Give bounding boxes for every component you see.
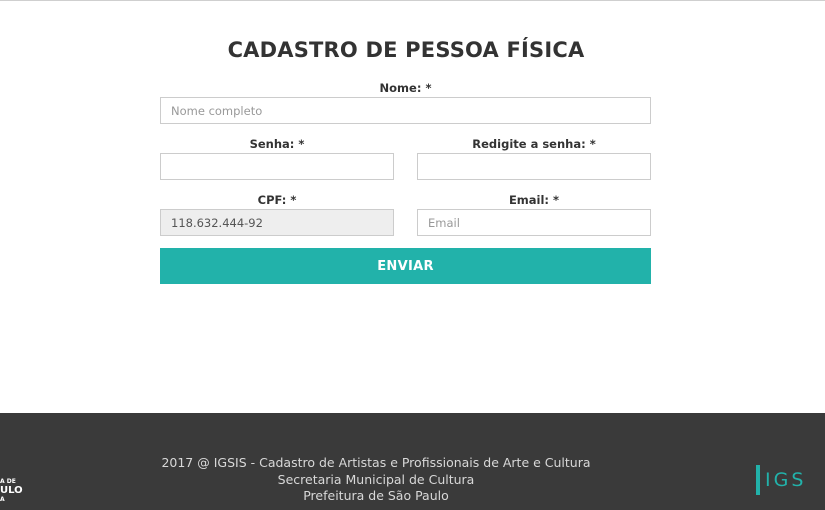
email-input[interactable] [417,209,651,236]
page-title: CADASTRO DE PESSOA FÍSICA [227,38,585,62]
cpf-input[interactable] [160,209,394,236]
nome-label: Nome: * [379,81,432,95]
email-label: Email: * [508,193,560,207]
igsis-logo-bar-icon [756,465,760,495]
nome-input[interactable] [160,97,651,124]
senha-label: Senha: * [249,137,305,151]
footer-line: Secretaria Municipal de Cultura [277,471,475,487]
cpf-label: CPF: * [257,193,297,207]
footer-credits: 2017 @ IGSIS - Cadastro de Artistas e Pr… [0,455,752,505]
redigite-senha-label: Redigite a senha: * [472,137,596,151]
footer: A DE ULO A 2017 @ IGSIS - Cadastro de Ar… [0,413,825,510]
footer-line: Prefeitura de São Paulo [303,488,449,503]
top-divider [0,0,825,1]
redigite-senha-input[interactable] [417,153,651,180]
senha-input[interactable] [160,153,394,180]
igsis-logo-text: IGS [765,469,807,491]
enviar-button[interactable]: ENVIAR [160,248,651,284]
igsis-logo: IGS [756,463,806,497]
footer-line: 2017 @ IGSIS - Cadastro de Artistas e Pr… [161,455,591,470]
